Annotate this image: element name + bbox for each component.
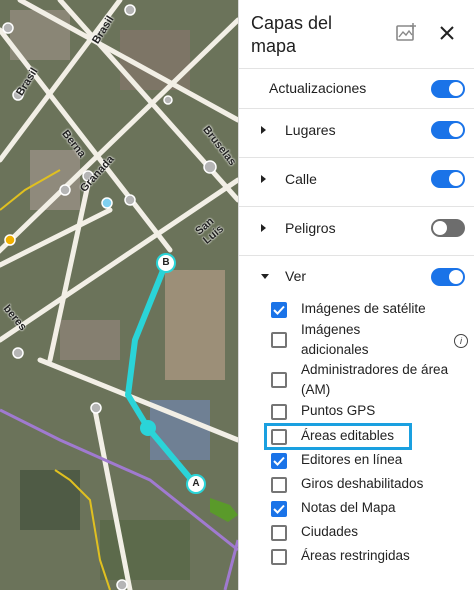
item-label: Áreas editables	[301, 428, 395, 443]
toggle-actualizaciones[interactable]	[431, 80, 465, 98]
checkbox-giros-deshabilitados[interactable]	[271, 477, 287, 493]
checkbox-notas-del-mapa[interactable]	[271, 501, 287, 517]
map-photo-icon[interactable]	[393, 20, 419, 46]
chevron-right-icon[interactable]	[261, 126, 266, 134]
node-b-label: B	[162, 257, 170, 268]
item-label: Administradores de área (AM)	[301, 360, 448, 400]
map-svg[interactable]	[0, 0, 238, 590]
layer-label: Actualizaciones	[269, 80, 367, 96]
chevron-down-icon[interactable]	[261, 274, 269, 279]
layer-row-lugares[interactable]: Lugares	[239, 110, 474, 158]
segment-node-b[interactable]: B	[156, 253, 176, 273]
checkbox-puntos-gps[interactable]	[271, 404, 287, 420]
checkbox-administradores-area[interactable]	[271, 372, 287, 388]
layer-label: Calle	[285, 171, 317, 187]
checkbox-areas-editables[interactable]	[271, 429, 287, 445]
layer-row-calle[interactable]: Calle	[239, 159, 474, 207]
layer-row-peligros[interactable]: Peligros	[239, 208, 474, 256]
checkbox-editores-en-linea[interactable]	[271, 453, 287, 469]
item-label: Imágenes de satélite	[301, 301, 426, 316]
checkbox-imagenes-satelite[interactable]	[271, 302, 287, 318]
toggle-lugares[interactable]	[431, 121, 465, 139]
toggle-calle[interactable]	[431, 170, 465, 188]
chevron-right-icon[interactable]	[261, 224, 266, 232]
item-label: Giros deshabilitados	[301, 476, 424, 491]
item-label-line2: (AM)	[301, 382, 331, 397]
checkbox-ciudades[interactable]	[271, 525, 287, 541]
item-label: Imágenes adicionales	[301, 320, 369, 360]
checkbox-areas-restringidas[interactable]	[271, 549, 287, 565]
panel-header: Capas del mapa	[239, 0, 474, 69]
map-canvas[interactable]: Brasil Brasil Berna Granada Bruselas San…	[0, 0, 238, 590]
layer-label: Lugares	[285, 122, 336, 138]
layer-row-actualizaciones: Actualizaciones	[239, 69, 474, 109]
item-label-line2: adicionales	[301, 342, 369, 357]
item-label: Áreas restringidas	[301, 548, 410, 563]
layer-label: Peligros	[285, 220, 336, 236]
toggle-ver[interactable]	[431, 268, 465, 286]
toggle-peligros[interactable]	[431, 219, 465, 237]
node-a-label: A	[192, 478, 200, 489]
item-label: Ciudades	[301, 524, 359, 539]
chevron-right-icon[interactable]	[261, 175, 266, 183]
checkbox-imagenes-adicionales[interactable]	[271, 332, 287, 348]
item-label: Puntos GPS	[301, 403, 376, 418]
item-label-line1: Imágenes	[301, 322, 361, 337]
info-icon[interactable]: i	[454, 334, 468, 348]
item-label-line1: Administradores de área	[301, 362, 449, 377]
segment-node-a[interactable]: A	[186, 474, 206, 494]
layer-label: Ver	[285, 268, 307, 284]
panel-title-line1: Capas del	[251, 13, 333, 33]
panel-title-line2: mapa	[251, 36, 297, 56]
panel-title: Capas del mapa	[251, 12, 361, 58]
item-label: Editores en línea	[301, 452, 403, 467]
map-layers-panel: Capas del mapa Actualizaciones Lugares C…	[238, 0, 474, 590]
item-label: Notas del Mapa	[301, 500, 396, 515]
close-icon[interactable]	[434, 20, 460, 46]
